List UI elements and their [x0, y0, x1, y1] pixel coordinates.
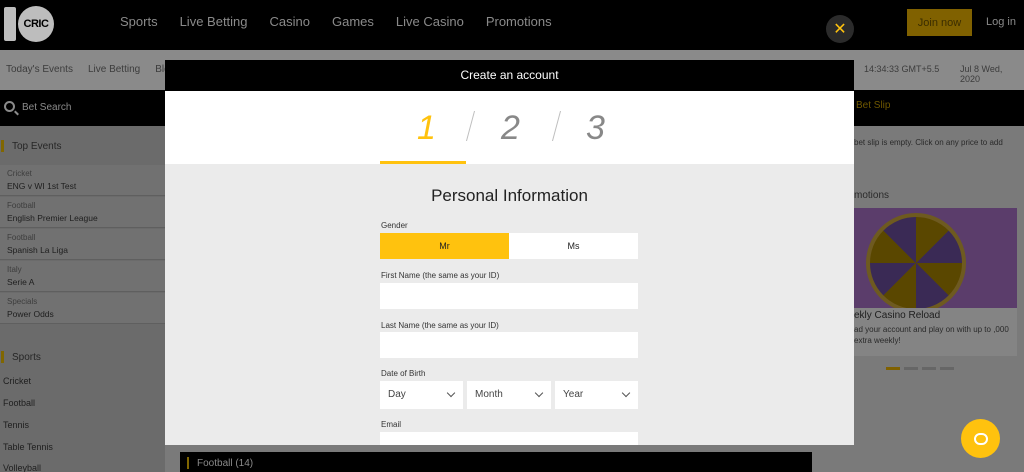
gender-label: Gender	[381, 221, 408, 230]
prize-wheel-image	[866, 213, 966, 308]
create-account-modal: Create an account 1 2 3 Personal Informa…	[165, 60, 854, 445]
search-icon	[4, 101, 15, 112]
sports-title: Sports	[12, 352, 41, 363]
top-event-item[interactable]: Italy Serie A	[0, 261, 165, 292]
step-1: 1	[417, 109, 436, 147]
nav-sports[interactable]: Sports	[110, 0, 170, 54]
top-event-item[interactable]: Football Spanish La Liga	[0, 229, 165, 260]
event-sport: Italy	[7, 265, 22, 274]
email-label: Email	[381, 420, 402, 429]
top-events-title: Top Events	[12, 141, 62, 152]
promo-card[interactable]: ekly Casino Reload ad your account and p…	[854, 308, 1017, 356]
event-name: Serie A	[7, 277, 35, 287]
top-bar: CRIC Sports Live Betting Casino Games Li…	[0, 0, 1024, 54]
sport-link-football[interactable]: Football	[3, 398, 35, 408]
logo-one-mark	[4, 7, 16, 41]
football-section-bar[interactable]: Football (14)	[180, 452, 812, 472]
email-input[interactable]	[380, 432, 638, 445]
event-sport: Specials	[7, 297, 38, 306]
top-events-header: Top Events	[0, 131, 165, 161]
dob-label: Date of Birth	[381, 369, 426, 378]
sport-link-volleyball[interactable]: Volleyball	[3, 463, 41, 472]
last-name-input[interactable]	[380, 332, 638, 358]
bet-search-label: Bet Search	[22, 102, 72, 113]
left-sidebar: Bet Search Top Events Cricket ENG v WI 1…	[0, 90, 165, 472]
clock: 14:34:33 GMT+5.5	[864, 64, 940, 74]
last-name-label: Last Name (the same as your ID)	[381, 321, 499, 330]
carousel-dots	[886, 367, 958, 370]
section-accent-bar	[1, 351, 4, 363]
subnav-live-betting[interactable]: Live Betting	[88, 64, 140, 75]
dob-month-select[interactable]: Month	[467, 381, 551, 409]
form-title: Personal Information	[431, 186, 588, 205]
chevron-down-icon	[446, 388, 456, 398]
subnav-todays-events[interactable]: Today's Events	[6, 64, 73, 75]
promo-card-description: ad your account and play on with up to ,…	[854, 325, 1009, 345]
gender-toggle: Mr Ms	[380, 233, 638, 259]
logo-text: CRIC	[18, 6, 54, 42]
nav-games[interactable]: Games	[332, 0, 374, 50]
dob-day-select[interactable]: Day	[380, 381, 463, 409]
sport-link-table-tennis[interactable]: Table Tennis	[3, 442, 53, 452]
main-nav: Sports Live Betting Casino Games Live Ca…	[110, 0, 574, 54]
carousel-dot[interactable]	[922, 367, 936, 370]
top-event-item[interactable]: Cricket ENG v WI 1st Test	[0, 165, 165, 196]
live-chat-button[interactable]	[961, 419, 1000, 458]
login-link[interactable]: Log in	[986, 16, 1016, 28]
top-event-item[interactable]: Football English Premier League	[0, 197, 165, 228]
carousel-dot[interactable]	[886, 367, 900, 370]
gender-ms-button[interactable]: Ms	[509, 233, 638, 259]
bet-slip-title: Bet Slip	[856, 100, 891, 111]
event-name: ENG v WI 1st Test	[7, 181, 77, 191]
first-name-input[interactable]	[380, 283, 638, 309]
date-display: Jul 8 Wed, 2020	[960, 64, 1003, 84]
modal-title: Create an account	[165, 60, 854, 91]
nav-live-casino[interactable]: Live Casino	[396, 0, 464, 50]
active-step-underline	[380, 161, 466, 164]
section-accent-bar	[187, 457, 189, 469]
bet-slip-header: Bet Slip	[854, 90, 1024, 126]
top-event-item[interactable]: Specials Power Odds	[0, 293, 165, 324]
chevron-down-icon	[534, 388, 544, 398]
dob-year-select[interactable]: Year	[555, 381, 638, 409]
event-sport: Cricket	[7, 169, 32, 178]
site-logo[interactable]: CRIC	[4, 6, 54, 42]
promo-card-title: ekly Casino Reload	[854, 310, 941, 321]
football-section-title: Football (14)	[197, 458, 254, 469]
nav-promotions[interactable]: Promotions	[486, 0, 552, 50]
dob-day-value: Day	[388, 389, 406, 400]
chevron-down-icon	[621, 388, 631, 398]
right-sidebar: Bet Slip bet slip is empty. Click on any…	[854, 90, 1024, 472]
chat-icon	[973, 432, 988, 445]
section-accent-bar	[1, 140, 4, 152]
nav-casino[interactable]: Casino	[270, 0, 310, 50]
dob-year-value: Year	[563, 389, 584, 400]
promo-banner-image[interactable]	[854, 208, 1017, 308]
dob-month-value: Month	[475, 389, 503, 400]
sports-header: Sports	[0, 342, 165, 372]
sport-link-tennis[interactable]: Tennis	[3, 420, 29, 430]
close-icon: ✕	[833, 21, 847, 38]
step-separator	[551, 111, 562, 141]
close-modal-button[interactable]: ✕	[826, 15, 854, 43]
event-sport: Football	[7, 233, 36, 242]
promotions-title: motions	[854, 190, 890, 201]
step-indicator: 1 2 3	[165, 91, 854, 164]
gender-mr-button[interactable]: Mr	[380, 233, 509, 259]
event-name: English Premier League	[7, 213, 98, 223]
nav-live-betting[interactable]: Live Betting	[180, 0, 248, 50]
sport-link-cricket[interactable]: Cricket	[3, 376, 31, 386]
bet-search[interactable]: Bet Search	[0, 90, 165, 126]
first-name-label: First Name (the same as your ID)	[381, 271, 500, 280]
event-name: Power Odds	[7, 309, 54, 319]
bet-slip-empty-message: bet slip is empty. Click on any price to…	[854, 138, 1003, 147]
event-name: Spanish La Liga	[7, 245, 68, 255]
event-sport: Football	[7, 201, 36, 210]
join-now-button[interactable]: Join now	[907, 9, 972, 36]
carousel-dot[interactable]	[940, 367, 954, 370]
step-3: 3	[586, 109, 605, 147]
carousel-dot[interactable]	[904, 367, 918, 370]
step-2: 2	[501, 109, 520, 147]
step-separator	[465, 111, 476, 141]
